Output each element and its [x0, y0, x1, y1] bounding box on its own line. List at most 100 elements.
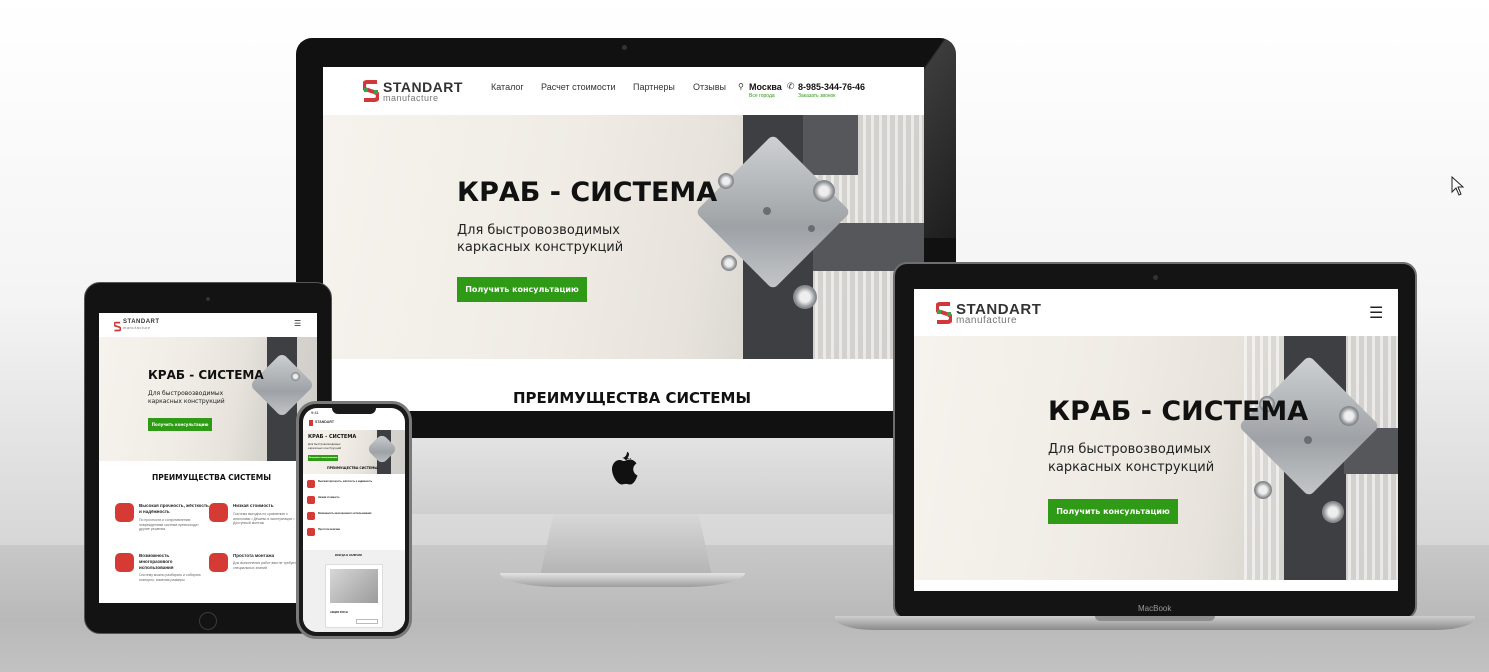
laptop-label: MacBook: [1138, 604, 1172, 613]
hero-plate-hole: [808, 225, 815, 232]
phone-icon: ✆: [787, 81, 795, 91]
hero-subtitle-line1: Для быстровозводимых: [1048, 442, 1211, 457]
site-header: STANDART manufacture ☰: [99, 313, 317, 337]
hero-crab-plate: [366, 433, 398, 465]
nav-calculation[interactable]: Расчет стоимости: [541, 82, 616, 92]
hero-section: КРАБ - СИСТЕМА Для быстровозводимых карк…: [323, 115, 924, 359]
product-button[interactable]: [356, 619, 378, 624]
hero-plate-hole: [763, 207, 771, 215]
camera-dot: [622, 45, 627, 50]
advantage-icon: [307, 528, 315, 536]
logo-text[interactable]: STANDART manufacture: [123, 319, 160, 330]
site-header: STANDART manufacture ☰: [914, 289, 1398, 336]
hero-bolt: [813, 180, 835, 202]
advantage-text: Система выгодна по сравнению с аналогами…: [233, 512, 295, 526]
advantages-title: ПРЕИМУЩЕСТВА СИСТЕМЫ: [152, 473, 271, 482]
advantage-title: Возможность многоразового использования: [139, 553, 174, 570]
hero-subtitle-line2: каркасных конструкций: [148, 398, 225, 405]
hero-title: КРАБ - СИСТЕМА: [457, 177, 718, 208]
advantage-icon: [209, 553, 228, 572]
hero-subtitle-line1: Для быстровозводимых: [308, 443, 341, 446]
product-price: АКЦИЯ 3500 ₽: [330, 611, 348, 614]
city-select[interactable]: Москва: [749, 82, 782, 92]
advantage-icon: [115, 553, 134, 572]
camera-dot: [206, 297, 210, 301]
hero-subtitle-line2: каркасных конструкций: [457, 240, 624, 255]
advantage-title: Низкая стоимость: [318, 496, 340, 499]
hero-bolt: [1322, 501, 1344, 523]
advantage-icon: [209, 503, 228, 522]
hero-bolt: [721, 255, 737, 271]
advantage-title: Простота монтажа: [233, 553, 275, 558]
mouse-cursor-icon: [1451, 175, 1465, 201]
phone-number[interactable]: 8-985-344-76-46: [798, 82, 865, 92]
cta-button[interactable]: Получить консультацию: [1048, 499, 1178, 524]
hero-bolt: [1339, 406, 1359, 426]
advantage-title: Низкая стоимость: [233, 503, 274, 508]
logo-text[interactable]: STANDART manufacture: [956, 301, 1041, 326]
apple-logo-icon: [606, 450, 642, 494]
imac-stand-neck: [540, 512, 712, 576]
site-header: STANDART manufacture Каталог Расчет стои…: [323, 67, 924, 115]
city-sub[interactable]: Все города: [749, 93, 775, 99]
hero-bolt: [291, 372, 300, 381]
hero-title: КРАБ - СИСТЕМА: [1048, 396, 1309, 427]
hamburger-menu-icon[interactable]: ☰: [1369, 303, 1383, 323]
nav-catalog[interactable]: Каталог: [491, 82, 524, 92]
hero-subtitle-line1: Для быстровозводимых: [148, 390, 224, 397]
phone-notch: [332, 406, 376, 414]
logo-mark-icon: [113, 319, 122, 337]
in-stock-title: ВСЕГДА В НАЛИЧИИ: [335, 554, 362, 557]
logo-text[interactable]: STANDART manufacture: [383, 79, 463, 103]
advantage-text: Систему можно разбирать и собирать повто…: [139, 573, 201, 582]
product-card[interactable]: АКЦИЯ 3500 ₽: [325, 564, 383, 628]
imac-screen: STANDART manufacture Каталог Расчет стои…: [323, 67, 924, 411]
tablet-screen: STANDART manufacture ☰ КРАБ - СИСТЕМА Дл…: [99, 313, 317, 603]
cta-button[interactable]: Получить консультацию: [457, 277, 587, 302]
hero-subtitle-line2: каркасных конструкций: [1048, 460, 1215, 475]
callback-link[interactable]: Заказать звонок: [798, 93, 835, 99]
home-button[interactable]: [199, 612, 217, 630]
laptop-notch: [1095, 616, 1215, 621]
logo-sub: manufacture: [123, 325, 151, 330]
phone-screen: 9:41 STANDART КРАБ - СИСТЕМА Для быстров…: [303, 408, 405, 632]
hero-beam-top: [803, 115, 858, 175]
hero-plate-hole: [1304, 436, 1312, 444]
logo-mark-icon: [309, 420, 313, 426]
nav-partners[interactable]: Партнеры: [633, 82, 675, 92]
hero-section: КРАБ - СИСТЕМА Для быстровозводимых карк…: [914, 336, 1398, 580]
advantage-icon: [307, 496, 315, 504]
logo-brand: STANDART: [315, 420, 334, 424]
camera-dot: [1153, 275, 1158, 280]
hero-subtitle-line1: Для быстровозводимых: [457, 223, 620, 238]
nav-reviews[interactable]: Отзывы: [693, 82, 726, 92]
advantage-title: Высокая прочность, жёсткость и надёжност…: [318, 480, 373, 483]
hero-bolt: [793, 285, 817, 309]
imac-stand-base: [500, 573, 745, 587]
hamburger-menu-icon[interactable]: ☰: [294, 319, 301, 328]
advantages-title: ПРЕИМУЩЕСТВА СИСТЕМЫ: [513, 389, 751, 407]
advantages-title: ПРЕИМУЩЕСТВА СИСТЕМЫ: [327, 466, 378, 470]
hero-subtitle-line2: каркасных конструкций: [308, 447, 342, 450]
hero-section: КРАБ - СИСТЕМА Для быстровозводимых карк…: [99, 337, 317, 461]
advantage-icon: [307, 512, 315, 520]
logo-mark-icon: [361, 79, 381, 108]
hero-title: КРАБ - СИСТЕМА: [148, 368, 264, 382]
advantage-title: Высокая прочность, жёсткость и надёжност…: [139, 503, 209, 514]
product-image: [330, 569, 378, 603]
advantage-text: Для выполнения работ вам не требуется сп…: [233, 561, 300, 570]
advantage-title: Возможность многоразового использования: [318, 512, 372, 515]
location-pin-icon: ⚲: [738, 82, 744, 91]
advantage-title: Простота монтажа: [318, 528, 340, 531]
laptop-screen: STANDART manufacture ☰ КРАБ - СИСТЕМА Дл…: [914, 289, 1398, 591]
advantage-icon: [115, 503, 134, 522]
hero-bolt: [1254, 481, 1272, 499]
logo-mark-icon: [934, 301, 954, 330]
hero-bolt: [718, 173, 734, 189]
advantage-icon: [307, 480, 315, 488]
cta-button[interactable]: Получить консультацию: [148, 418, 212, 431]
hero-title: КРАБ - СИСТЕМА: [308, 434, 357, 440]
cta-button[interactable]: Получить консультацию: [308, 455, 338, 461]
advantage-text: По прочности и сопротивлению повреждения…: [139, 518, 199, 532]
status-time: 9:41: [311, 410, 319, 415]
